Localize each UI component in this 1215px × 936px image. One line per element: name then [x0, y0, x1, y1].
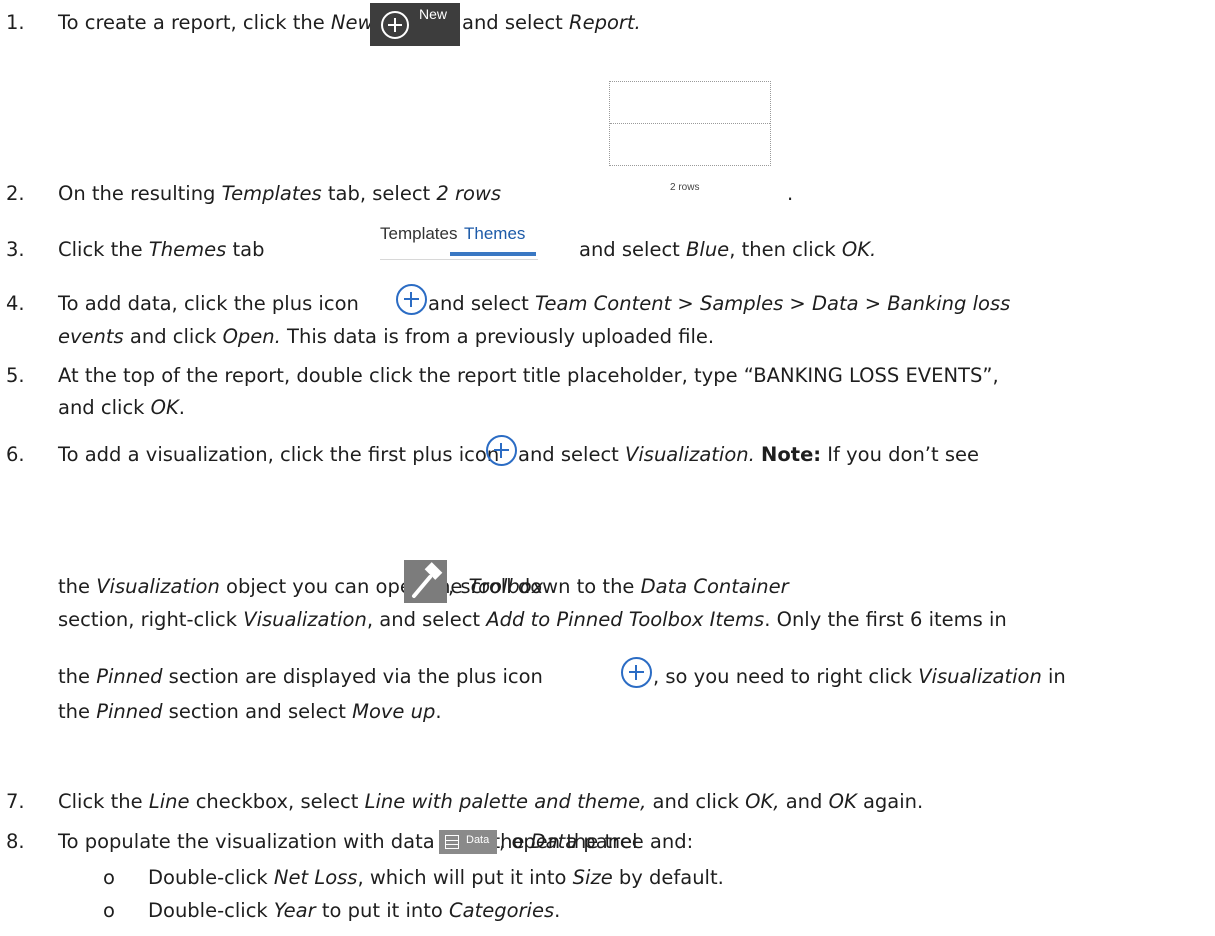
template-label: 2 rows: [670, 182, 700, 193]
two-rows-template-preview[interactable]: [609, 81, 771, 166]
step-6-line-4: the Pinned section are displayed via the…: [58, 665, 543, 688]
step-6-continued: and select Visualization. Note: If you d…: [518, 443, 979, 466]
data-panel-icon: [445, 835, 459, 849]
step-number: 5.: [6, 364, 25, 387]
step-text: To create a report, click the New icon: [58, 11, 420, 34]
step-8-continued: , open the tree and:: [499, 830, 694, 853]
step-number: 8.: [6, 830, 25, 853]
step-4-line-2: events and click Open. This data is from…: [58, 325, 715, 348]
add-plus-icon[interactable]: [396, 284, 427, 315]
step-text: To add a visualization, click the first …: [58, 443, 500, 466]
tab-themes[interactable]: Themes: [464, 224, 525, 244]
tab-baseline: [380, 259, 538, 260]
plus-circle-icon: [381, 11, 409, 39]
list-item-text: Double-click Year to put it into Categor…: [148, 899, 561, 922]
step-text: Click the Line checkbox, select Line wit…: [58, 790, 924, 813]
step-2-period: .: [787, 182, 794, 205]
list-item-text: Double-click Net Loss, which will put it…: [148, 866, 724, 889]
step-6-line-4-continued: , so you need to right click Visualizati…: [653, 665, 1066, 688]
templates-themes-tabs: Templates Themes: [380, 222, 538, 262]
step-number: 7.: [6, 790, 25, 813]
data-panel-label: Data: [466, 834, 490, 846]
step-number: 4.: [6, 292, 25, 315]
hammer-icon: [412, 562, 443, 598]
step-6-line-3: section, right-click Visualization, and …: [58, 608, 1007, 631]
toolbox-button[interactable]: [404, 560, 447, 603]
tab-templates[interactable]: Templates: [380, 224, 457, 244]
data-panel-button[interactable]: Data: [439, 830, 497, 854]
step-6-line-5: the Pinned section and select Move up.: [58, 700, 442, 723]
bullet: o: [103, 866, 115, 889]
step-number: 2.: [6, 182, 25, 205]
step-number: 3.: [6, 238, 25, 261]
step-number: 6.: [6, 443, 25, 466]
step-4-continued: and select Team Content > Samples > Data…: [428, 292, 1011, 315]
new-button-label: New: [419, 6, 448, 22]
step-6-line-2-continued: , scroll down to the Data Container: [448, 575, 789, 598]
step-3-continued: and select Blue, then click OK.: [579, 238, 877, 261]
active-tab-indicator: [450, 252, 536, 256]
step-text: Click the Themes tab: [58, 238, 265, 261]
step-text: On the resulting Templates tab, select 2…: [58, 182, 502, 205]
template-divider: [610, 123, 770, 124]
add-plus-icon[interactable]: [486, 435, 517, 466]
step-5-line-2: and click OK.: [58, 396, 185, 419]
step-1-continued: and select Report.: [462, 11, 641, 34]
step-text: At the top of the report, double click t…: [58, 364, 999, 387]
step-number: 1.: [6, 11, 25, 34]
add-plus-icon[interactable]: [621, 657, 652, 688]
new-button[interactable]: New: [370, 3, 460, 46]
bullet: o: [103, 899, 115, 922]
step-text: To add data, click the plus icon: [58, 292, 359, 315]
